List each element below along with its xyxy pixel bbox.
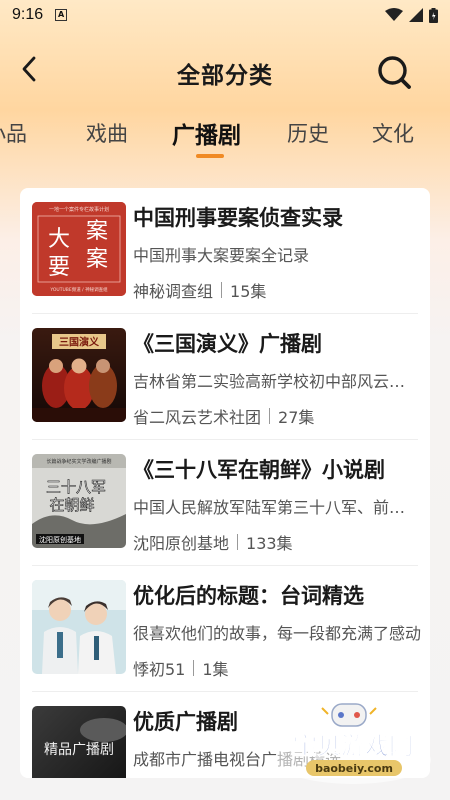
status-icons (385, 7, 438, 23)
svg-text:三国演义: 三国演义 (59, 336, 100, 349)
tab-wenhua[interactable]: 文化 (372, 118, 414, 148)
active-tab-indicator (196, 154, 224, 158)
drama-list: 一地一个案件专栏故事计划 大 案 要 案 YOUTUBE频道 / 神秘调查组 中… (20, 188, 430, 778)
item-author: 省二风云艺术社团 (133, 408, 262, 427)
status-bar: 9:16 A (0, 0, 450, 30)
watermark-title: 宝贝游戏网 (293, 732, 413, 760)
item-description: 吉林省第二实验高新学校初中部风云艺术社团 (133, 372, 421, 391)
watermark-url: baobeiy.com (315, 762, 393, 775)
list-item[interactable]: 一地一个案件专栏故事计划 大 案 要 案 YOUTUBE频道 / 神秘调查组 中… (20, 188, 430, 314)
top-bar: 全部分类 (0, 42, 450, 98)
item-author: 沈阳原创基地 (133, 534, 230, 553)
notification-a-icon: A (55, 9, 68, 21)
tab-xiqu[interactable]: 戏曲 (86, 118, 128, 148)
status-time: 9:16 (12, 6, 44, 23)
wifi-icon (385, 8, 403, 21)
item-title: 中国刑事要案侦查实录 (133, 206, 343, 230)
category-tabs: 小品 戏曲 广播剧 历史 文化 (0, 110, 450, 160)
svg-text:案: 案 (86, 219, 108, 244)
item-title: 优化后的标题：台词精选 (133, 584, 364, 608)
svg-text:要: 要 (48, 255, 70, 280)
svg-text:沈阳原创基地: 沈阳原创基地 (39, 535, 81, 544)
list-item[interactable]: 优化后的标题：台词精选 很喜欢他们的故事，每一段都充满了感动 悸初51 1集 (20, 566, 430, 692)
item-description: 中国人民解放军陆军第三十八军、前身为东北野战军 (133, 498, 421, 517)
meta-divider (269, 408, 271, 424)
item-meta: 沈阳原创基地 133集 (133, 530, 293, 554)
item-episode-count: 27集 (278, 408, 315, 427)
cover-image: 一地一个案件专栏故事计划 大 案 要 案 YOUTUBE频道 / 神秘调查组 (32, 202, 126, 296)
cover-image (32, 580, 126, 674)
tab-guangboju[interactable]: 广播剧 (172, 116, 241, 150)
item-meta: 省二风云艺术社团 27集 (133, 404, 314, 428)
svg-text:大: 大 (48, 227, 70, 252)
cover-image: 三国演义 (32, 328, 126, 422)
cover-image: 精品广播剧 (32, 706, 126, 778)
battery-icon (429, 7, 438, 23)
site-watermark: 宝贝游戏网 baobeiy.com (268, 700, 438, 790)
tab-lishi[interactable]: 历史 (287, 118, 329, 148)
item-episode-count: 1集 (202, 660, 229, 679)
svg-text:长篇战争纪实文学改编广播剧: 长篇战争纪实文学改编广播剧 (46, 458, 111, 465)
meta-divider (237, 534, 239, 550)
item-meta: 悸初51 1集 (133, 656, 229, 680)
list-item[interactable]: 长篇战争纪实文学改编广播剧 三十八军 在朝鲜 沈阳原创基地 《三十八军在朝鲜》小… (20, 440, 430, 566)
item-description: 中国刑事大案要案全记录 (133, 246, 310, 265)
tab-xiaopin[interactable]: 小品 (0, 118, 27, 148)
item-episode-count: 15集 (230, 282, 267, 301)
svg-text:在朝鲜: 在朝鲜 (49, 496, 94, 514)
meta-divider (193, 660, 195, 676)
item-author: 神秘调查组 (133, 282, 214, 301)
search-button[interactable] (376, 54, 414, 92)
signal-icon (409, 8, 423, 22)
item-title: 《三十八军在朝鲜》小说剧 (133, 458, 385, 482)
svg-text:YOUTUBE频道 / 神秘调查组: YOUTUBE频道 / 神秘调查组 (49, 286, 108, 293)
search-icon (378, 56, 411, 89)
svg-text:一地一个案件专栏故事计划: 一地一个案件专栏故事计划 (49, 206, 109, 213)
meta-divider (221, 282, 223, 298)
svg-text:三十八军: 三十八军 (46, 478, 106, 496)
item-meta: 神秘调查组 15集 (133, 278, 266, 302)
item-title: 《三国演义》广播剧 (133, 332, 322, 356)
svg-text:案: 案 (86, 247, 108, 272)
item-author: 悸初51 (133, 660, 186, 679)
item-description: 很喜欢他们的故事，每一段都充满了感动 (133, 624, 421, 643)
item-episode-count: 133集 (246, 534, 293, 553)
svg-text:精品广播剧: 精品广播剧 (44, 742, 114, 758)
cover-image: 长篇战争纪实文学改编广播剧 三十八军 在朝鲜 沈阳原创基地 (32, 454, 126, 548)
list-item[interactable]: 三国演义 《三国演义》广播剧 吉林省第二实验高新学校初中部风云艺术社团 省二风云… (20, 314, 430, 440)
